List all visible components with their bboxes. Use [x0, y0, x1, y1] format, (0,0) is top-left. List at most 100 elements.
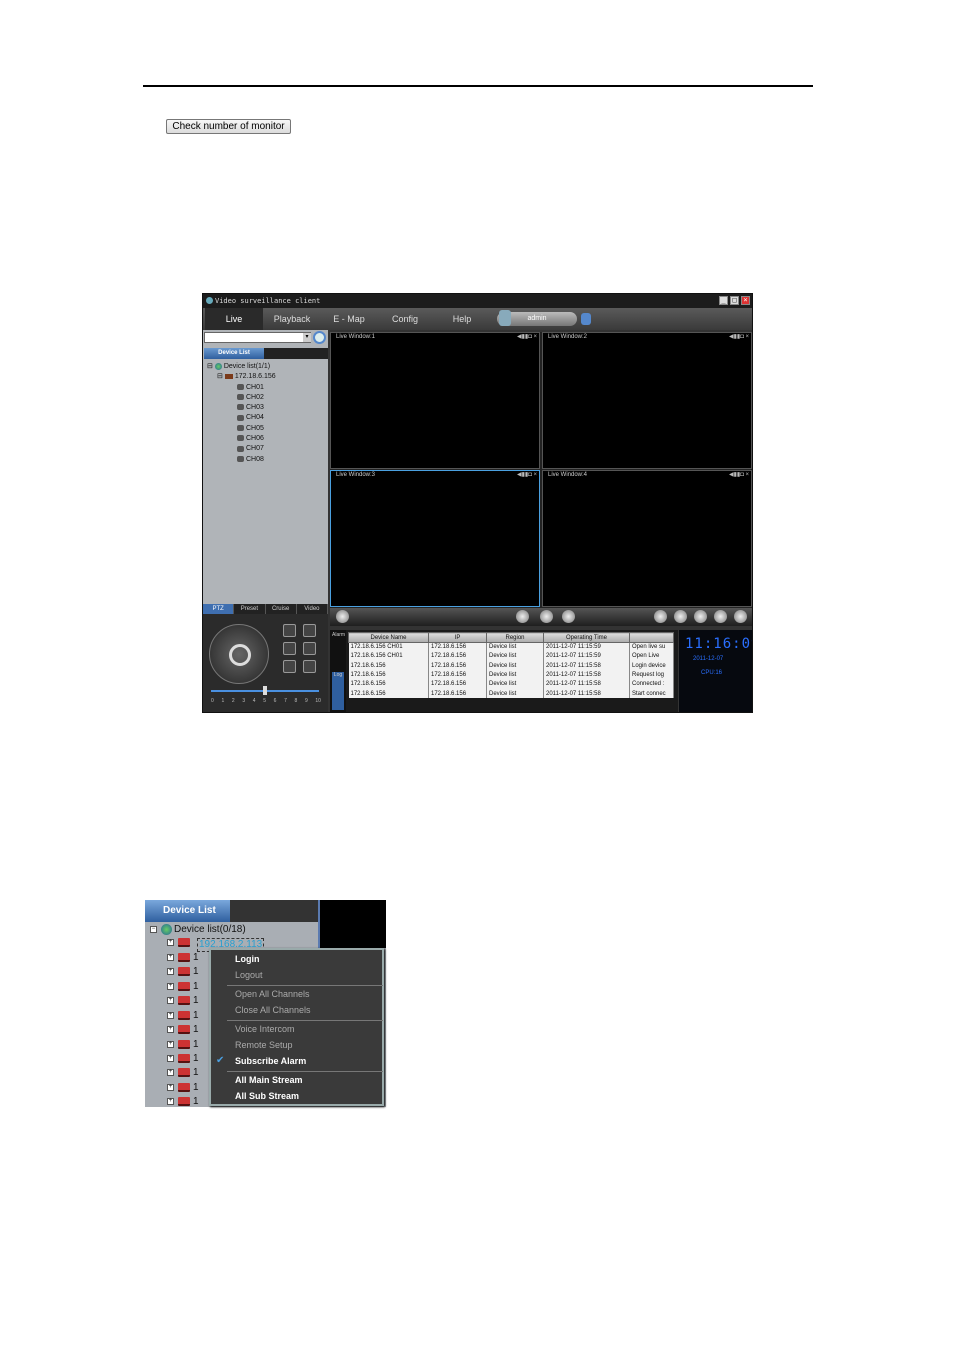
menu-item-subscribe-alarm[interactable]: Subscribe Alarm	[235, 1055, 306, 1067]
menu-item-open-all-channels[interactable]: Open All Channels	[235, 988, 310, 1000]
live-window-1[interactable]: Live Window:1 ◀▮▮◘ ×	[330, 332, 540, 469]
column-device-name[interactable]: Device Name	[348, 632, 429, 643]
slider-handle[interactable]	[263, 686, 267, 695]
menu-item-voice-intercom[interactable]: Voice Intercom	[235, 1023, 295, 1035]
back-icon[interactable]	[336, 610, 349, 623]
tree-channel[interactable]: CH04	[207, 413, 276, 423]
ptz-auto-icon[interactable]	[229, 644, 251, 666]
zoom-out-button[interactable]	[303, 624, 316, 637]
ptz-direction-pad[interactable]	[209, 624, 269, 684]
live-window-4[interactable]: Live Window:4 ◀▮▮◘ ×	[542, 470, 752, 607]
close-icon[interactable]: ×	[741, 296, 750, 305]
tree-channel[interactable]: CH02	[207, 393, 276, 403]
tab-device-list[interactable]: Device List	[145, 900, 230, 922]
stop-all-icon[interactable]	[694, 610, 707, 623]
menu-item-all-main-stream[interactable]: All Main Stream	[235, 1074, 303, 1086]
layout-4-icon[interactable]	[540, 610, 553, 623]
window-controls-icon[interactable]: ◀▮▮◘ ×	[729, 471, 749, 479]
table-row[interactable]: 172.18.6.156 172.18.6.156 Device list 2011-…	[348, 661, 674, 671]
tree-device[interactable]: +1	[167, 1023, 207, 1037]
menu-item-all-sub-stream[interactable]: All Sub Stream	[235, 1090, 299, 1102]
window-controls-icon[interactable]: ◀▮▮◘ ×	[517, 333, 537, 341]
collapse-icon[interactable]	[734, 610, 747, 623]
menu-playback[interactable]: Playback	[263, 308, 321, 330]
tree-device[interactable]: +1	[167, 1066, 207, 1080]
expand-icon[interactable]: +	[167, 1011, 174, 1019]
expand-icon[interactable]: +	[167, 982, 174, 990]
window-controls-icon[interactable]: ◀▮▮◘ ×	[517, 471, 537, 479]
menu-help[interactable]: Help	[433, 308, 491, 330]
zoom-in-button[interactable]	[283, 624, 296, 637]
tree-device[interactable]: +1	[167, 1009, 207, 1023]
expand-icon[interactable]: +	[167, 1040, 174, 1048]
tab-device-list[interactable]: Device List	[204, 348, 264, 359]
tree-device[interactable]: +1	[167, 1081, 207, 1095]
expand-icon[interactable]: +	[167, 967, 174, 975]
tab-log[interactable]: Log	[332, 672, 344, 710]
menu-item-close-all-channels[interactable]: Close All Channels	[235, 1004, 311, 1016]
table-row[interactable]: 172.18.6.156 CH01 172.18.6.156 Device list…	[348, 651, 674, 662]
tree-channel[interactable]: CH08	[207, 455, 276, 465]
column-description[interactable]	[629, 632, 674, 643]
expand-icon[interactable]: +	[167, 996, 174, 1004]
expand-icon[interactable]: +	[167, 1068, 174, 1076]
tab-ptz[interactable]: PTZ	[203, 604, 235, 614]
column-operating-time[interactable]: Operating Time	[543, 632, 630, 643]
expand-icon[interactable]: +	[167, 953, 174, 961]
chevron-down-icon[interactable]: ▾	[303, 333, 311, 342]
tree-channel[interactable]: CH06	[207, 434, 276, 444]
layout-1-icon[interactable]	[516, 610, 529, 623]
device-search-input[interactable]	[204, 332, 311, 343]
iris-open-button[interactable]	[283, 660, 296, 673]
fullscreen-icon[interactable]	[714, 610, 727, 623]
expand-icon[interactable]: +	[167, 1054, 174, 1062]
expand-icon[interactable]: +	[167, 1025, 174, 1033]
tab-alarm[interactable]: Alarm	[332, 632, 345, 670]
minimize-icon[interactable]: _	[719, 296, 728, 305]
expand-icon[interactable]: +	[167, 1083, 174, 1091]
tree-device[interactable]: +1	[167, 994, 207, 1008]
table-row[interactable]: 172.18.6.156 CH01 172.18.6.156 Device list…	[348, 642, 674, 652]
collapse-icon[interactable]: −	[150, 926, 157, 933]
tab-preset[interactable]: Preset	[234, 604, 266, 614]
tree-channel[interactable]: CH01	[207, 383, 276, 393]
tree-device[interactable]: +1	[167, 951, 207, 965]
tree-channel[interactable]: CH05	[207, 424, 276, 434]
tree-device[interactable]: +1	[167, 965, 207, 979]
menu-config[interactable]: Config	[377, 308, 433, 330]
tree-device[interactable]: ⊟ 172.18.6.156	[207, 372, 276, 382]
tree-device[interactable]: +1	[167, 1095, 207, 1107]
menu-item-logout[interactable]: Logout	[235, 969, 263, 981]
tree-device[interactable]: +1	[167, 1052, 207, 1066]
tree-device[interactable]: +1	[167, 980, 207, 994]
tree-root[interactable]: − Device list(0/18)	[150, 924, 246, 935]
tree-channel[interactable]: CH03	[207, 403, 276, 413]
check-number-of-monitor-button[interactable]: Check number of monitor	[166, 119, 291, 134]
iris-close-button[interactable]	[303, 660, 316, 673]
tab-cruise[interactable]: Cruise	[266, 604, 297, 614]
expand-icon[interactable]: +	[167, 938, 174, 946]
focus-near-button[interactable]	[283, 642, 296, 655]
column-region[interactable]: Region	[486, 632, 544, 643]
layout-9-icon[interactable]	[562, 610, 575, 623]
window-controls-icon[interactable]: ◀▮▮◘ ×	[729, 333, 749, 341]
tree-channel[interactable]: CH07	[207, 444, 276, 454]
tab-video[interactable]: Video	[297, 604, 328, 614]
snapshot-icon[interactable]	[674, 610, 687, 623]
live-window-3[interactable]: Live Window:3 ◀▮▮◘ ×	[330, 470, 540, 607]
maximize-icon[interactable]: □	[730, 296, 739, 305]
menu-item-login[interactable]: Login	[235, 953, 260, 965]
table-row[interactable]: 172.18.6.156 172.18.6.156 Device list 2011-…	[348, 688, 674, 699]
tree-device[interactable]: +1	[167, 1038, 207, 1052]
focus-far-button[interactable]	[303, 642, 316, 655]
table-row[interactable]: 172.18.6.156 172.18.6.156 Device list 2011-…	[348, 679, 674, 689]
expand-icon[interactable]: +	[167, 1097, 174, 1105]
menu-item-remote-setup[interactable]: Remote Setup	[235, 1039, 293, 1051]
table-row[interactable]: 172.18.6.156 172.18.6.156 Device list 2011-…	[348, 670, 674, 680]
menu-emap[interactable]: E - Map	[321, 308, 377, 330]
column-ip[interactable]: IP	[428, 632, 487, 643]
lock-icon[interactable]	[581, 313, 591, 325]
menu-live[interactable]: Live	[205, 308, 263, 330]
record-icon[interactable]	[654, 610, 667, 623]
search-icon[interactable]	[313, 331, 326, 344]
